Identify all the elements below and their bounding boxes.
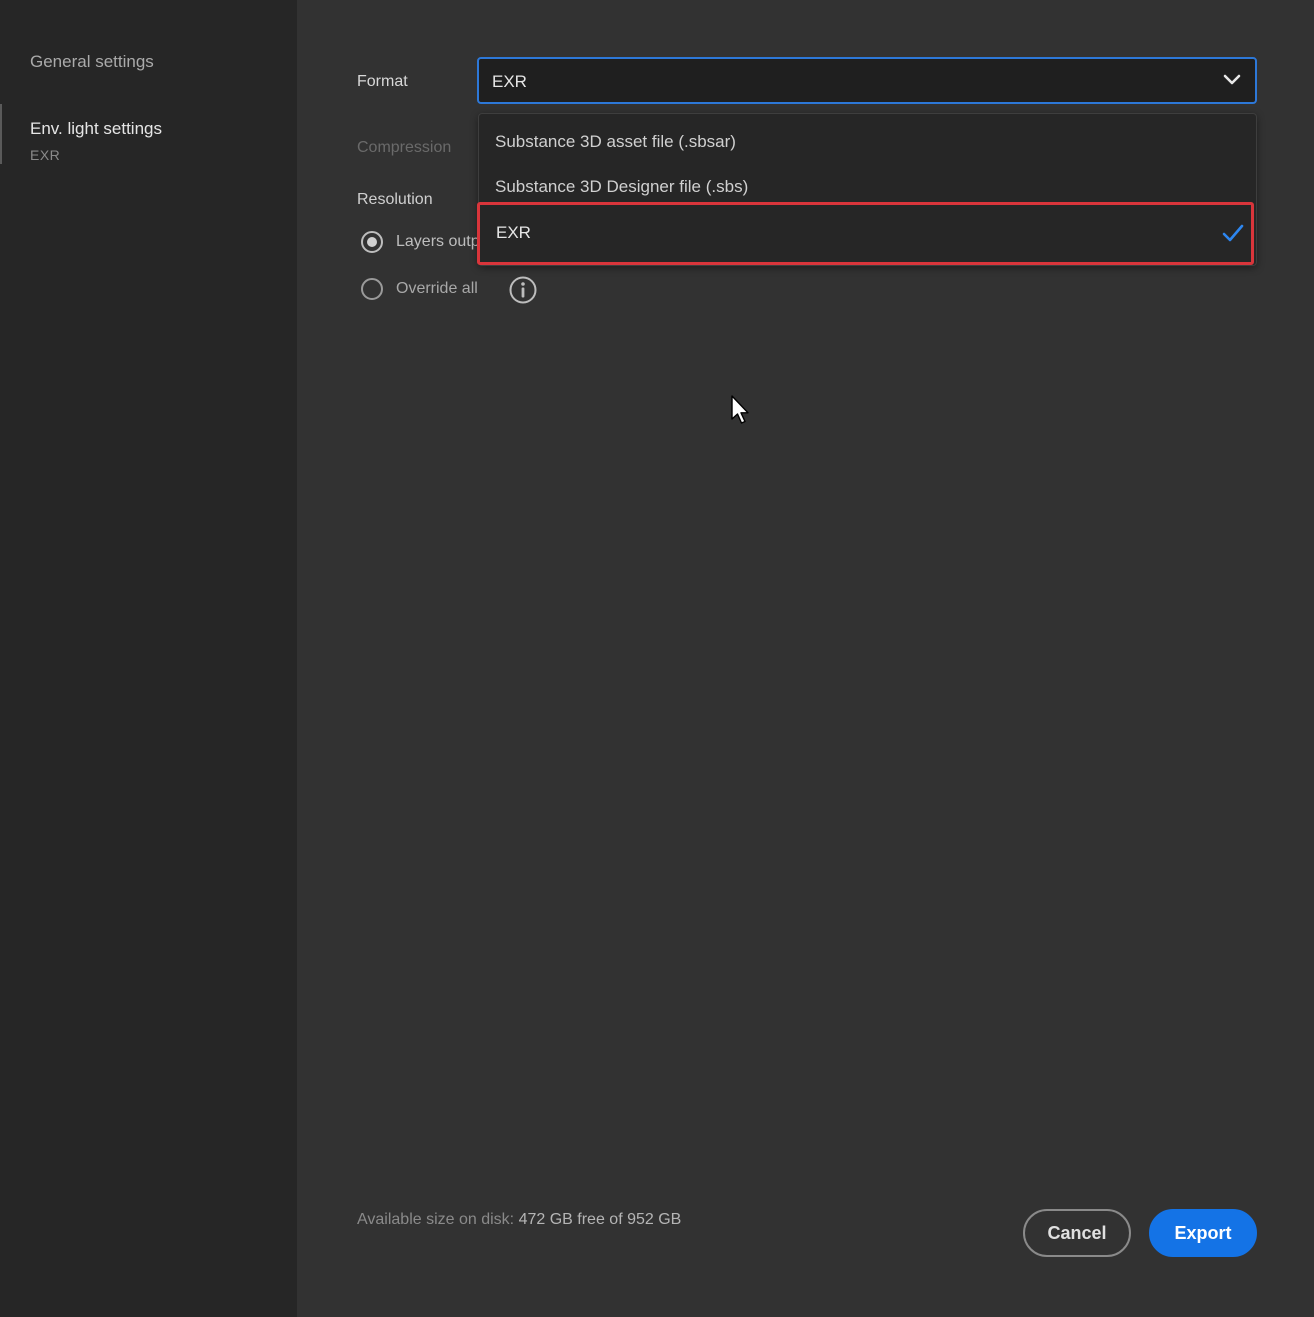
format-label: Format <box>357 73 408 90</box>
disk-space-value: 472 GB free of 952 GB <box>518 1211 682 1228</box>
sidebar-item-label: Env. light settings <box>30 119 162 138</box>
info-icon[interactable] <box>508 275 538 305</box>
cancel-button[interactable]: Cancel <box>1023 1209 1131 1257</box>
disk-space-prefix: Available size on disk: <box>357 1211 515 1228</box>
format-dropdown-menu: Substance 3D asset file (.sbsar) Substan… <box>477 113 1257 266</box>
radio-layers-output-label: Layers outp <box>396 233 480 250</box>
mouse-cursor <box>731 395 749 424</box>
format-select[interactable]: EXR <box>477 57 1257 104</box>
radio-override-all-label: Override all <box>396 280 478 297</box>
active-indicator <box>0 104 2 164</box>
menu-item-label: Substance 3D asset file (.sbsar) <box>495 132 736 151</box>
menu-item-exr[interactable]: EXR <box>477 202 1254 265</box>
resolution-label: Resolution <box>357 191 433 208</box>
radio-override-all[interactable] <box>361 278 383 300</box>
menu-item-label: Substance 3D Designer file (.sbs) <box>495 177 749 196</box>
sidebar-item-label: General settings <box>30 52 154 71</box>
sidebar-item-general-settings[interactable]: General settings <box>0 44 297 84</box>
checkmark-icon <box>1222 224 1244 242</box>
disk-space-info: Available size on disk: 472 GB free of 9… <box>357 1211 681 1229</box>
sidebar: General settings Env. light settings EXR <box>0 0 297 1317</box>
sidebar-item-sublabel: EXR <box>30 147 61 163</box>
export-dialog: General settings Env. light settings EXR… <box>0 0 1314 1317</box>
compression-label: Compression <box>357 139 452 156</box>
menu-item-label: EXR <box>496 223 531 242</box>
radio-layers-output[interactable] <box>361 231 383 253</box>
sidebar-item-env-light-settings[interactable]: Env. light settings EXR <box>0 104 297 164</box>
export-button[interactable]: Export <box>1149 1209 1257 1257</box>
menu-item-sbsar[interactable]: Substance 3D asset file (.sbsar) <box>479 119 1256 164</box>
format-select-value: EXR <box>492 72 527 91</box>
chevron-down-icon <box>1223 74 1241 85</box>
